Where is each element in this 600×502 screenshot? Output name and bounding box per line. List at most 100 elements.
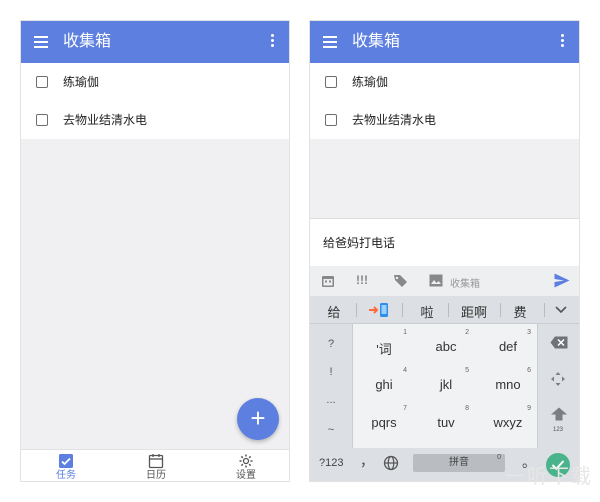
keypad-key[interactable]: ghi 4 (353, 367, 415, 392)
task-title: 去物业结清水电 (352, 113, 437, 127)
key-label: wxyz (493, 415, 523, 430)
left-screen: 收集箱 练瑜伽 去物业结清水电 + 任务 日历 设置 (20, 20, 290, 482)
page-title: 收集箱 (352, 33, 401, 50)
tag-icon[interactable] (393, 274, 408, 288)
page-title: 收集箱 (63, 33, 112, 50)
shift-hint: 123 (553, 427, 564, 433)
candidate-bar: 给 啦 距啊 费 (310, 296, 579, 324)
key-number: 6 (527, 367, 531, 374)
task-checkbox[interactable] (325, 114, 337, 126)
space-key[interactable]: 拼音 0 (413, 454, 505, 472)
list-item[interactable]: 练瑜伽 (21, 63, 289, 101)
list-selector[interactable]: 收集箱 (450, 275, 480, 290)
tab-calendar[interactable]: 日历 (126, 453, 186, 481)
tab-tasks[interactable]: 任务 (36, 453, 96, 481)
shift-icon[interactable] (550, 407, 568, 421)
phone-icon[interactable] (368, 302, 390, 318)
keypad-key[interactable]: def 3 (477, 329, 539, 354)
task-input[interactable]: 给爸妈打电话 (323, 234, 395, 251)
task-checkbox[interactable] (36, 76, 48, 88)
task-title: 去物业结清水电 (63, 113, 148, 127)
tab-label: 设置 (236, 470, 256, 481)
chevron-down-icon[interactable] (555, 306, 567, 314)
calendar-icon[interactable] (321, 274, 335, 288)
keyboard: 给 啦 距啊 费 ? ! ... ~ '词 1 abc 2 def 3 ghi 4 jk… (310, 296, 579, 481)
key-label: jkl (439, 377, 453, 392)
key-number: 3 (527, 329, 531, 336)
priority-button[interactable]: !!! (356, 273, 368, 287)
key-number: 8 (465, 405, 469, 412)
list-item[interactable]: 去物业结清水电 (21, 101, 289, 139)
key-label: pqrs (371, 415, 397, 430)
punct-key[interactable]: ... (310, 394, 352, 406)
app-bar: 收集箱 (310, 21, 579, 63)
keypad-key[interactable]: pqrs 7 (353, 405, 415, 430)
keypad-key[interactable]: '词 1 (353, 329, 415, 358)
more-vert-icon[interactable] (271, 34, 275, 49)
more-vert-icon[interactable] (561, 34, 565, 49)
task-list: 练瑜伽 去物业结清水电 (21, 63, 289, 139)
candidate-word[interactable]: 给 (322, 302, 346, 321)
right-screen: 收集箱 练瑜伽 去物业结清水电 给爸妈打电话 !!! 收集箱 给 啦 距啊 费 … (309, 20, 580, 482)
quick-add-toolbar: !!! 收集箱 (310, 266, 579, 296)
divider (500, 303, 501, 317)
quick-add-card: 给爸妈打电话 (310, 218, 579, 266)
divider (402, 303, 403, 317)
keypad-key[interactable]: mno 6 (477, 367, 539, 392)
key-number: 4 (403, 367, 407, 374)
task-title: 练瑜伽 (352, 75, 389, 89)
keypad-key[interactable]: abc 2 (415, 329, 477, 354)
calendar-icon (148, 454, 164, 469)
key-label: ghi (375, 377, 393, 392)
divider (356, 303, 357, 317)
plus-icon: + (250, 403, 266, 433)
task-title: 练瑜伽 (63, 75, 100, 89)
key-label: tuv (437, 415, 455, 430)
space-label: 拼音 (449, 457, 469, 468)
key-number: 1 (403, 329, 407, 336)
list-item[interactable]: 练瑜伽 (310, 63, 579, 101)
add-task-button[interactable]: + (237, 398, 279, 440)
bottom-nav: 任务 日历 设置 (21, 449, 289, 481)
task-checkbox[interactable] (325, 76, 337, 88)
task-list: 练瑜伽 去物业结清水电 (310, 63, 579, 139)
tab-label: 日历 (146, 470, 166, 481)
key-label: abc (435, 339, 457, 354)
cursor-move-icon[interactable] (550, 371, 566, 387)
numeric-mode-key[interactable]: ?123 (319, 457, 343, 469)
keypad-key[interactable]: tuv 8 (415, 405, 477, 430)
keypad-key[interactable]: jkl 5 (415, 367, 477, 392)
key-label: mno (495, 377, 521, 392)
hamburger-icon[interactable] (323, 36, 337, 48)
tab-settings[interactable]: 设置 (216, 453, 276, 481)
punct-key[interactable]: ~ (310, 424, 352, 436)
send-icon[interactable] (554, 273, 570, 288)
keypad-key[interactable]: wxyz 9 (477, 405, 539, 430)
globe-icon[interactable] (383, 455, 399, 471)
watermark: 一听下载 (505, 466, 593, 488)
list-item[interactable]: 去物业结清水电 (310, 101, 579, 139)
key-number: 9 (527, 405, 531, 412)
checkbox-icon (59, 454, 73, 468)
key-number: 2 (465, 329, 469, 336)
divider (544, 303, 545, 317)
punct-key[interactable]: ? (310, 338, 352, 350)
image-icon[interactable] (429, 274, 443, 287)
candidate-word[interactable]: 距啊 (456, 302, 492, 321)
key-label: '词 (376, 342, 392, 357)
hamburger-icon[interactable] (34, 36, 48, 48)
tab-label: 任务 (56, 470, 76, 481)
app-bar: 收集箱 (21, 21, 289, 63)
candidate-word[interactable]: 费 (507, 302, 533, 321)
task-checkbox[interactable] (36, 114, 48, 126)
comma-key[interactable]: ， (360, 451, 374, 471)
key-label: def (498, 339, 518, 354)
key-number: 5 (465, 367, 469, 374)
keypad: '词 1 abc 2 def 3 ghi 4 jkl 5 mno 6 pqrs 7 tuv 8 … (352, 324, 538, 448)
divider (448, 303, 449, 317)
key-number: 7 (403, 405, 407, 412)
candidate-word[interactable]: 啦 (414, 302, 440, 321)
gear-icon (239, 454, 253, 468)
backspace-icon[interactable] (550, 336, 568, 349)
punct-key[interactable]: ! (310, 366, 352, 378)
